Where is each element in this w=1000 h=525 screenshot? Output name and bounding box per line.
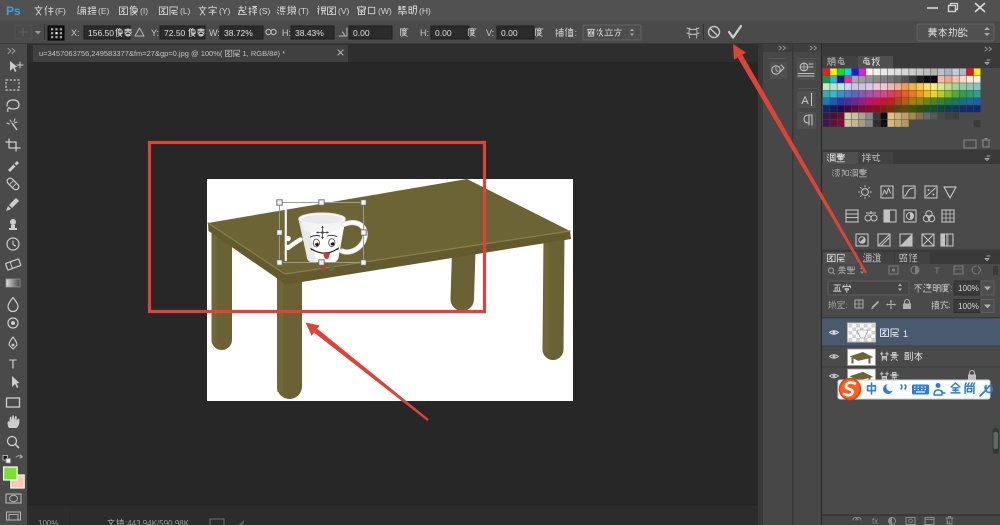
- svg-text:156.50: 156.50: [88, 28, 114, 38]
- svg-text:100%: 100%: [38, 519, 58, 525]
- svg-text:1: 1: [903, 329, 908, 339]
- svg-text:0.00: 0.00: [353, 28, 370, 38]
- svg-text:(H): (H): [419, 6, 431, 16]
- svg-text:(E): (E): [98, 6, 110, 16]
- svg-text:T: T: [934, 266, 940, 276]
- svg-text:(I): (I): [140, 6, 148, 16]
- svg-text:T: T: [9, 357, 17, 372]
- svg-text:Ps: Ps: [6, 4, 21, 18]
- svg-text:H:: H:: [420, 28, 429, 38]
- svg-text::: :: [575, 28, 578, 38]
- svg-text:1, RGB/8#) *: 1, RGB/8#) *: [243, 49, 286, 58]
- svg-text::: :: [846, 301, 848, 310]
- svg-text:72.50: 72.50: [164, 28, 186, 38]
- svg-text:X:: X:: [71, 28, 80, 38]
- svg-text:(V): (V): [338, 6, 350, 16]
- svg-text::: :: [949, 301, 951, 310]
- svg-text:(W): (W): [378, 6, 392, 16]
- svg-text:Y:: Y:: [151, 28, 159, 38]
- svg-text::443.94K/590.98K: :443.94K/590.98K: [125, 519, 190, 525]
- svg-text:fx: fx: [872, 517, 878, 525]
- svg-text:38.72%: 38.72%: [224, 28, 253, 38]
- svg-text:u=3457063756,249583377&fm=27&g: u=3457063756,249583377&fm=27&gp=0.jpg @ …: [39, 49, 223, 58]
- svg-text:(S): (S): [259, 6, 271, 16]
- svg-text:(Y): (Y): [219, 6, 231, 16]
- svg-text:100%: 100%: [958, 302, 979, 311]
- svg-text:0.00: 0.00: [435, 28, 452, 38]
- svg-text:100%: 100%: [958, 284, 979, 293]
- svg-text::: :: [950, 284, 952, 293]
- svg-text:H:: H:: [282, 28, 291, 38]
- svg-text:W:: W:: [209, 28, 220, 38]
- svg-text:(L): (L): [180, 6, 191, 16]
- svg-text:V:: V:: [486, 28, 494, 38]
- svg-text:0.00: 0.00: [501, 28, 518, 38]
- svg-text:(F): (F): [55, 6, 66, 16]
- svg-text:38.43%: 38.43%: [295, 28, 324, 38]
- svg-text:(T): (T): [298, 6, 309, 16]
- svg-text:A: A: [801, 95, 809, 107]
